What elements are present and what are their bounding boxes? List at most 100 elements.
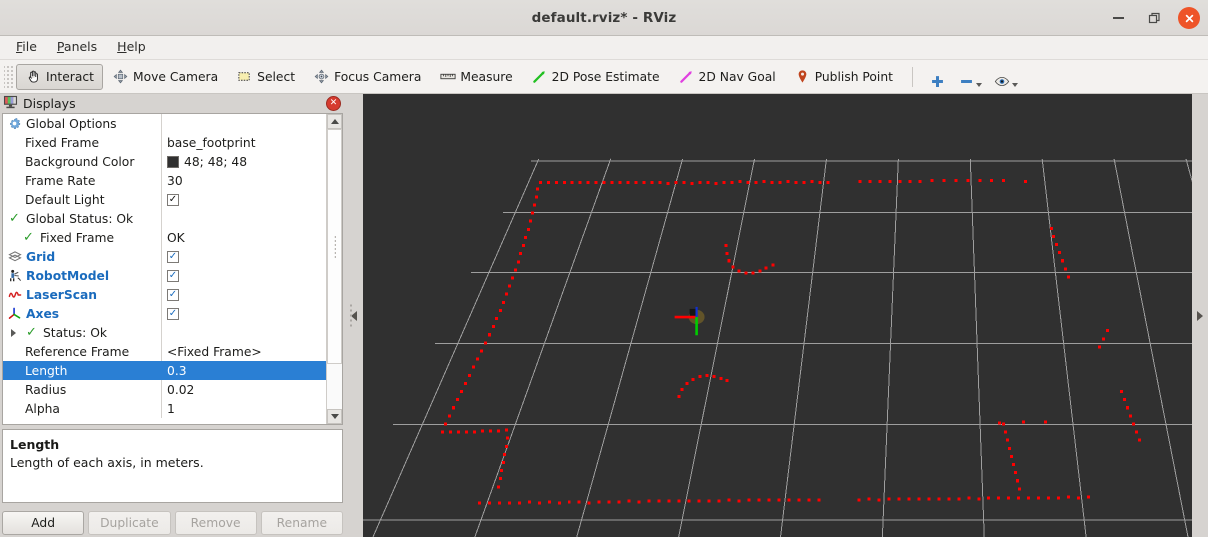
- tree-value[interactable]: [161, 209, 326, 228]
- tool-focus-camera-label: Focus Camera: [334, 70, 421, 84]
- tree-row-length[interactable]: Length 0.3: [3, 361, 326, 380]
- tree-label: Global Options: [26, 117, 117, 131]
- magenta-arrow-icon: [678, 68, 695, 85]
- tree-value[interactable]: 48; 48; 48: [161, 152, 326, 171]
- tree-value[interactable]: 0.3: [161, 361, 326, 380]
- tree-label: Axes: [26, 307, 59, 321]
- tree-value[interactable]: ✓: [161, 266, 326, 285]
- tool-bar: Interact Move Camera Select: [0, 60, 1208, 94]
- tree-row-global-options[interactable]: Global Options: [3, 114, 326, 133]
- tool-move-camera[interactable]: Move Camera: [103, 64, 227, 90]
- tool-focus-camera[interactable]: Focus Camera: [304, 64, 430, 90]
- minimize-button[interactable]: [1106, 6, 1130, 30]
- left-splitter[interactable]: [345, 94, 363, 537]
- eye-icon: [994, 73, 1011, 90]
- close-button[interactable]: [1178, 7, 1200, 29]
- tree-label: Fixed Frame: [25, 136, 99, 150]
- tree-value[interactable]: ✓: [161, 304, 326, 323]
- status-ok-icon: ✓: [21, 230, 36, 245]
- checkbox-default-light[interactable]: ✓: [167, 194, 179, 206]
- tool-2d-pose-estimate[interactable]: 2D Pose Estimate: [522, 64, 669, 90]
- scroll-down-button[interactable]: [327, 409, 342, 424]
- checkbox-grid[interactable]: ✓: [167, 251, 179, 263]
- tree-value[interactable]: OK: [161, 228, 326, 247]
- maximize-icon: [1148, 12, 1161, 25]
- scroll-track[interactable]: [327, 129, 342, 409]
- toolbar-grip[interactable]: [4, 66, 13, 88]
- tree-row-background-color[interactable]: Background Color 48; 48; 48: [3, 152, 326, 171]
- tool-interact[interactable]: Interact: [16, 64, 103, 90]
- scroll-grip-icon: [334, 235, 336, 259]
- add-button[interactable]: Add: [2, 511, 84, 535]
- menu-panels[interactable]: Panels: [48, 38, 106, 57]
- tree-value-text: 48; 48; 48: [184, 155, 247, 169]
- scroll-thumb[interactable]: [327, 129, 342, 364]
- tree-row-grid[interactable]: Grid ✓: [3, 247, 326, 266]
- toolbar-separator: [912, 67, 913, 87]
- chevron-down-icon: [331, 414, 339, 419]
- tree-value[interactable]: base_footprint: [161, 133, 326, 152]
- tree-label: Status: Ok: [43, 326, 107, 340]
- tree-value[interactable]: 1: [161, 399, 326, 418]
- description-title: Length: [10, 436, 335, 454]
- tree-label: Default Light: [25, 193, 105, 207]
- right-splitter[interactable]: [1192, 94, 1208, 537]
- checkbox-robotmodel[interactable]: ✓: [167, 270, 179, 282]
- collapse-right-icon[interactable]: [1197, 311, 1203, 321]
- tree-value[interactable]: 0.02: [161, 380, 326, 399]
- tree-row-global-status[interactable]: ✓ Global Status: Ok: [3, 209, 326, 228]
- tree-row-radius[interactable]: Radius 0.02: [3, 380, 326, 399]
- remove-tool-button[interactable]: [952, 64, 988, 90]
- add-tool-button[interactable]: [923, 64, 952, 90]
- panel-close-icon[interactable]: ✕: [326, 96, 341, 111]
- plus-icon: [929, 73, 946, 90]
- tree-value[interactable]: 30: [161, 171, 326, 190]
- menu-file[interactable]: File: [7, 38, 46, 57]
- tree-value[interactable]: <Fixed Frame>: [161, 342, 326, 361]
- displays-scrollbar[interactable]: [326, 114, 342, 424]
- maximize-button[interactable]: [1142, 6, 1166, 30]
- tree-label: Reference Frame: [25, 345, 129, 359]
- views-button[interactable]: [988, 64, 1024, 90]
- tree-value-text: 1: [167, 402, 175, 416]
- tree-value[interactable]: [161, 323, 326, 342]
- displays-panel-title: Displays: [23, 96, 76, 111]
- tree-value-text: OK: [167, 231, 185, 245]
- laser-scan-icon: [7, 287, 22, 302]
- tree-row-default-light[interactable]: Default Light ✓: [3, 190, 326, 209]
- checkbox-axes[interactable]: ✓: [167, 308, 179, 320]
- tree-value[interactable]: ✓: [161, 190, 326, 209]
- chevron-down-icon: [976, 83, 982, 87]
- tree-label: RobotModel: [26, 269, 109, 283]
- tool-2d-nav-goal-label: 2D Nav Goal: [699, 70, 776, 84]
- tool-select[interactable]: Select: [227, 64, 304, 90]
- tree-value-text: base_footprint: [167, 136, 256, 150]
- expander-arrow-icon[interactable]: [11, 329, 16, 337]
- tree-value[interactable]: ✓: [161, 285, 326, 304]
- status-ok-icon: ✓: [24, 325, 39, 340]
- tree-row-fixed-frame[interactable]: Fixed Frame base_footprint: [3, 133, 326, 152]
- map-pin-icon: [794, 68, 811, 85]
- checkbox-laserscan[interactable]: ✓: [167, 289, 179, 301]
- displays-tree[interactable]: Global Options Fixed Frame base_footprin…: [3, 114, 326, 424]
- tree-row-axes-status[interactable]: ✓ Status: Ok: [3, 323, 326, 342]
- tool-2d-nav-goal[interactable]: 2D Nav Goal: [669, 64, 785, 90]
- tree-value[interactable]: ✓: [161, 247, 326, 266]
- tree-row-robotmodel[interactable]: RobotModel ✓: [3, 266, 326, 285]
- tree-value-text: 30: [167, 174, 183, 188]
- tree-row-frame-rate[interactable]: Frame Rate 30: [3, 171, 326, 190]
- status-ok-icon: ✓: [7, 211, 22, 226]
- scroll-up-button[interactable]: [327, 114, 342, 129]
- tree-row-alpha[interactable]: Alpha 1: [3, 399, 326, 418]
- tool-publish-point[interactable]: Publish Point: [785, 64, 902, 90]
- menu-help[interactable]: Help: [108, 38, 155, 57]
- render-viewport-3d[interactable]: [363, 94, 1192, 537]
- tree-row-reference-frame[interactable]: Reference Frame <Fixed Frame>: [3, 342, 326, 361]
- tree-row-status-fixed-frame[interactable]: ✓ Fixed Frame OK: [3, 228, 326, 247]
- tree-row-axes[interactable]: Axes ✓: [3, 304, 326, 323]
- tool-measure[interactable]: Measure: [430, 64, 521, 90]
- tree-value-text: 0.3: [167, 364, 187, 378]
- tool-select-label: Select: [257, 70, 295, 84]
- tree-row-laserscan[interactable]: LaserScan ✓: [3, 285, 326, 304]
- tree-value[interactable]: [161, 114, 326, 133]
